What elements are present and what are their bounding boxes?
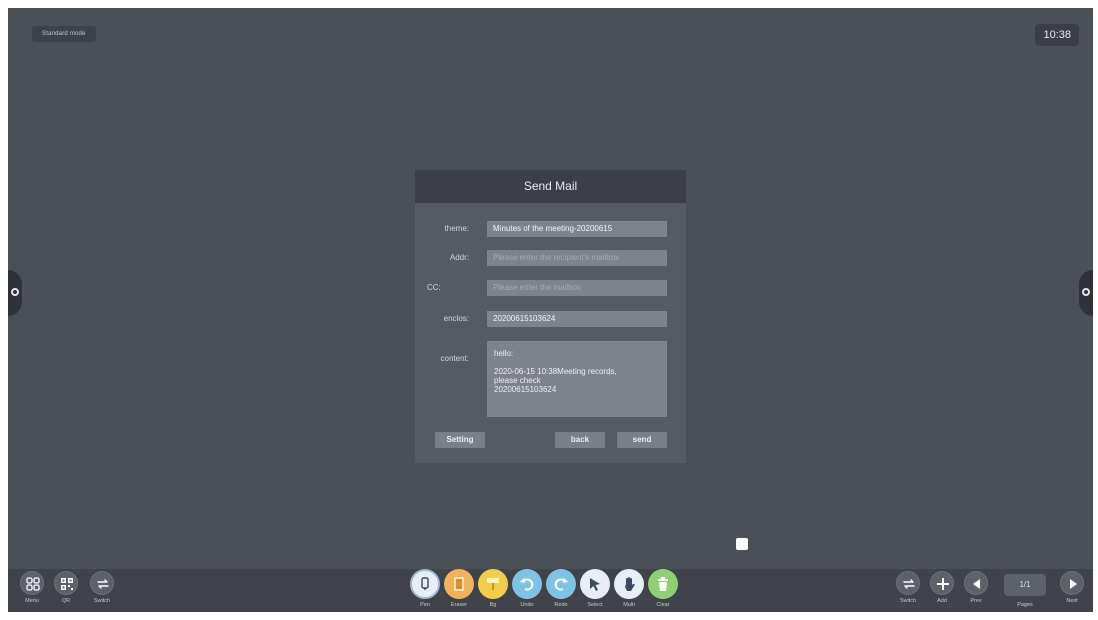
menu-button[interactable]: Menu — [15, 571, 49, 605]
redo-label: Redo — [554, 602, 568, 608]
enclosure-field[interactable]: 20200615103624 — [487, 311, 667, 327]
cc-email-field[interactable] — [487, 280, 667, 296]
pen-tool[interactable]: Pen — [408, 569, 442, 609]
pen-label: Pen — [420, 602, 430, 608]
menu-grid-icon — [26, 577, 40, 591]
back-button[interactable]: back — [555, 432, 605, 448]
theme-label: theme: — [444, 224, 469, 233]
cc-row: CC: — [415, 280, 686, 296]
select-tool[interactable]: Select — [578, 569, 612, 609]
select-cursor-icon — [590, 578, 600, 591]
addr-row: Addr: — [415, 250, 686, 266]
qr-button[interactable]: QR — [49, 571, 83, 605]
prev-page-button[interactable]: Prev — [959, 571, 993, 605]
switch-arrows-icon — [903, 579, 915, 589]
theme-field[interactable]: Minutes of the meeting-20200615 — [487, 221, 667, 237]
theme-row: theme: Minutes of the meeting-20200615 — [415, 221, 686, 237]
add-page-button[interactable]: Add — [925, 571, 959, 605]
bg-label: Bg — [489, 602, 497, 608]
content-textarea[interactable]: hello: 2020-06-15 10:38Meeting records, … — [487, 341, 667, 417]
pages-label: Pages — [1017, 602, 1033, 608]
right-side-handle[interactable] — [1079, 270, 1093, 316]
clock: 10:38 — [1035, 24, 1079, 46]
page-indicator[interactable]: 1/1 — [1004, 574, 1046, 596]
select-label: Select — [587, 602, 603, 608]
qr-label: QR — [61, 598, 71, 604]
switch-button-left[interactable]: Switch — [85, 571, 119, 605]
multi-label: Multi — [623, 602, 635, 608]
content-line — [494, 358, 660, 367]
recipient-email-field[interactable] — [487, 250, 667, 266]
content-line: 20200615103624 — [494, 385, 557, 394]
handle-dot-icon — [1082, 288, 1090, 296]
next-label: Next — [1066, 598, 1078, 604]
switch-label: Switch — [93, 598, 111, 604]
switch-button-right[interactable]: Switch — [891, 571, 925, 605]
undo-tool[interactable]: Undo — [510, 569, 544, 609]
content-line: 2020-06-15 10:38Meeting records, — [494, 367, 617, 376]
add-label: Add — [937, 598, 947, 604]
content-line: hello: — [494, 349, 514, 358]
send-mail-dialog: Send Mail theme: Minutes of the meeting-… — [415, 170, 686, 463]
eraser-icon — [454, 577, 464, 591]
switch-arrows-icon — [97, 579, 109, 589]
menu-label: Menu — [25, 598, 39, 604]
trash-icon — [658, 577, 668, 591]
redo-tool[interactable]: Redo — [544, 569, 578, 609]
eraser-tool[interactable]: Eraser — [442, 569, 476, 609]
prev-triangle-icon — [973, 579, 980, 589]
next-page-button[interactable]: Next — [1055, 571, 1089, 605]
background-brush-icon — [487, 578, 499, 590]
pen-icon — [421, 577, 429, 591]
whiteboard-screen[interactable]: Standard mode 10:38 Send Mail theme: Min… — [8, 8, 1093, 612]
multi-tool[interactable]: Multi — [612, 569, 646, 609]
redo-icon — [554, 578, 568, 591]
handle-dot-icon — [11, 288, 19, 296]
addr-label: Addr: — [449, 253, 469, 262]
bottom-toolbar: Menu QR Switch Pen Eraser Bg Undo Redo S… — [8, 569, 1093, 612]
send-button[interactable]: send — [617, 432, 667, 448]
bg-tool[interactable]: Bg — [476, 569, 510, 609]
content-label: content: — [440, 354, 469, 363]
clear-tool[interactable]: Clear — [646, 569, 680, 609]
setting-button[interactable]: Setting — [435, 432, 485, 448]
left-side-handle[interactable] — [8, 270, 22, 316]
clear-label: Clear — [656, 602, 670, 608]
undo-icon — [520, 578, 534, 591]
qr-code-icon — [61, 578, 73, 590]
enclos-row: enclos: 20200615103624 — [415, 311, 686, 327]
mode-badge[interactable]: Standard mode — [32, 26, 96, 42]
dialog-title: Send Mail — [415, 170, 686, 203]
next-triangle-icon — [1070, 579, 1077, 589]
eraser-label: Eraser — [450, 602, 468, 608]
prev-label: Prev — [970, 598, 982, 604]
switch-label: Switch — [899, 598, 917, 604]
enclos-label: enclos: — [443, 314, 469, 323]
floating-cursor-icon[interactable] — [736, 538, 748, 550]
content-line: please check — [494, 376, 541, 385]
add-plus-icon — [937, 578, 949, 590]
cc-label: CC: — [427, 283, 441, 292]
multi-touch-hand-icon — [625, 577, 635, 591]
undo-label: Undo — [520, 602, 534, 608]
